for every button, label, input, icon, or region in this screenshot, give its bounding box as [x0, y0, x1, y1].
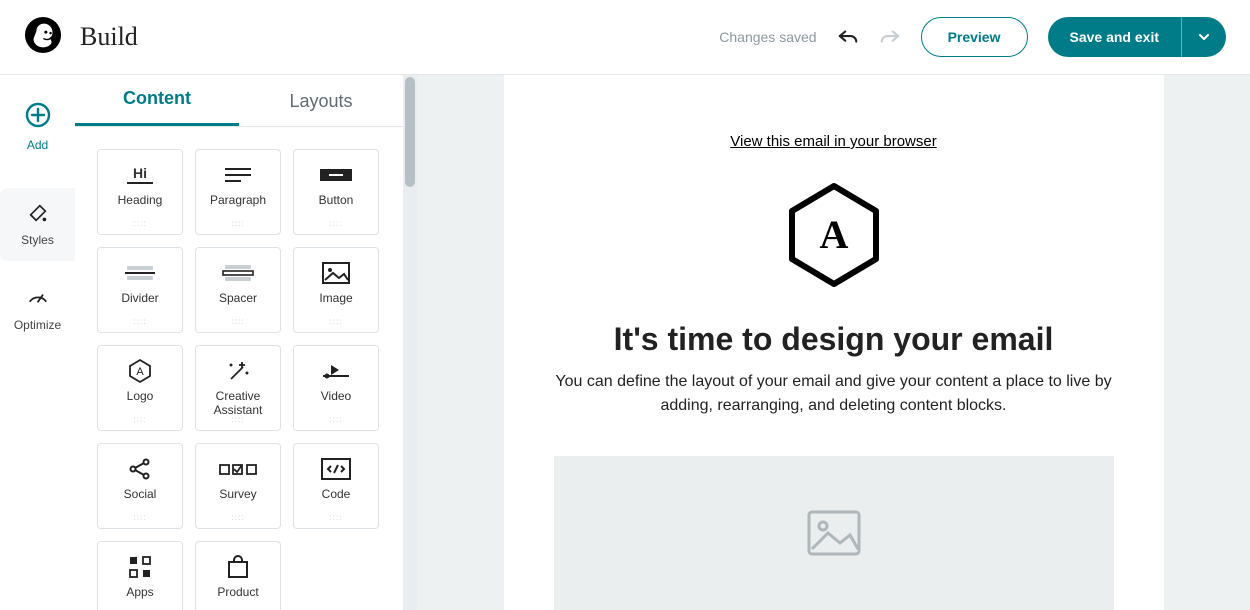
blocks-grid: Hi Heading :::: Paragraph :::: Button ::…: [75, 127, 403, 610]
save-and-exit-group: Save and exit: [1048, 17, 1227, 57]
scrollbar-thumb[interactable]: [405, 77, 415, 187]
tab-layouts[interactable]: Layouts: [239, 91, 403, 126]
button-icon: [319, 162, 353, 188]
image-icon: [322, 260, 350, 286]
paragraph-icon: [223, 162, 253, 188]
block-social[interactable]: Social ::::: [97, 443, 183, 529]
rail-optimize[interactable]: Optimize: [0, 279, 75, 340]
rail-styles[interactable]: Styles: [0, 188, 75, 261]
email-canvas[interactable]: View this email in your browser A It's t…: [504, 75, 1164, 610]
sidebar-scrollbar[interactable]: [403, 75, 417, 610]
svg-text:A: A: [819, 212, 848, 257]
sidebar-panel: Content Layouts Hi Heading :::: Paragrap…: [75, 75, 403, 610]
spacer-icon: [221, 260, 255, 286]
paint-icon: [27, 202, 49, 227]
main-body: Add Styles Optimize Content Layouts Hi: [0, 75, 1250, 610]
header-actions: Changes saved Preview Save and exit: [719, 17, 1226, 57]
block-code[interactable]: Code ::::: [293, 443, 379, 529]
rail-styles-label: Styles: [21, 233, 54, 247]
svg-text:A: A: [136, 366, 144, 378]
survey-icon: [218, 456, 258, 482]
logo-hex-icon: A: [127, 358, 153, 384]
mailchimp-logo-icon: [24, 16, 62, 59]
page-title: Build: [80, 22, 138, 52]
code-icon: [321, 456, 351, 482]
email-canvas-wrap: View this email in your browser A It's t…: [417, 75, 1250, 610]
block-divider[interactable]: Divider ::::: [97, 247, 183, 333]
save-and-exit-button[interactable]: Save and exit: [1048, 17, 1182, 57]
tab-content[interactable]: Content: [75, 88, 239, 126]
email-headline[interactable]: It's time to design your email: [614, 321, 1054, 358]
undo-icon[interactable]: [837, 27, 859, 47]
redo-icon[interactable]: [879, 27, 901, 47]
block-button[interactable]: Button ::::: [293, 149, 379, 235]
plus-circle-icon: [24, 101, 52, 132]
left-rail: Add Styles Optimize: [0, 75, 75, 610]
email-subtext[interactable]: You can define the layout of your email …: [548, 370, 1120, 418]
apps-grid-icon: [128, 554, 152, 580]
share-icon: [128, 456, 152, 482]
video-icon: [321, 358, 351, 384]
block-logo[interactable]: A Logo ::::: [97, 345, 183, 431]
block-spacer[interactable]: Spacer ::::: [195, 247, 281, 333]
save-dropdown-button[interactable]: [1181, 17, 1226, 57]
view-in-browser-link[interactable]: View this email in your browser: [730, 133, 936, 150]
heading-icon: Hi: [127, 162, 153, 188]
email-image-placeholder[interactable]: [554, 456, 1114, 610]
save-status: Changes saved: [719, 29, 816, 45]
brand-section: Build: [24, 16, 138, 59]
block-video[interactable]: Video ::::: [293, 345, 379, 431]
rail-add-label: Add: [27, 138, 48, 152]
rail-add[interactable]: Add: [0, 93, 75, 160]
shopping-bag-icon: [226, 554, 250, 580]
block-product[interactable]: Product ::::: [195, 541, 281, 610]
rail-optimize-label: Optimize: [14, 318, 61, 332]
preview-button[interactable]: Preview: [921, 17, 1028, 57]
top-header: Build Changes saved Preview Save and exi…: [0, 0, 1250, 75]
block-heading[interactable]: Hi Heading ::::: [97, 149, 183, 235]
sparkle-wand-icon: [225, 358, 251, 384]
gauge-icon: [27, 287, 49, 312]
block-creative-assistant[interactable]: Creative Assistant ::::: [195, 345, 281, 431]
block-image[interactable]: Image ::::: [293, 247, 379, 333]
block-survey[interactable]: Survey ::::: [195, 443, 281, 529]
sidebar-tabs: Content Layouts: [75, 75, 403, 127]
block-apps[interactable]: Apps ::::: [97, 541, 183, 610]
block-paragraph[interactable]: Paragraph ::::: [195, 149, 281, 235]
divider-icon: [123, 260, 157, 286]
email-logo-placeholder[interactable]: A: [784, 180, 884, 295]
